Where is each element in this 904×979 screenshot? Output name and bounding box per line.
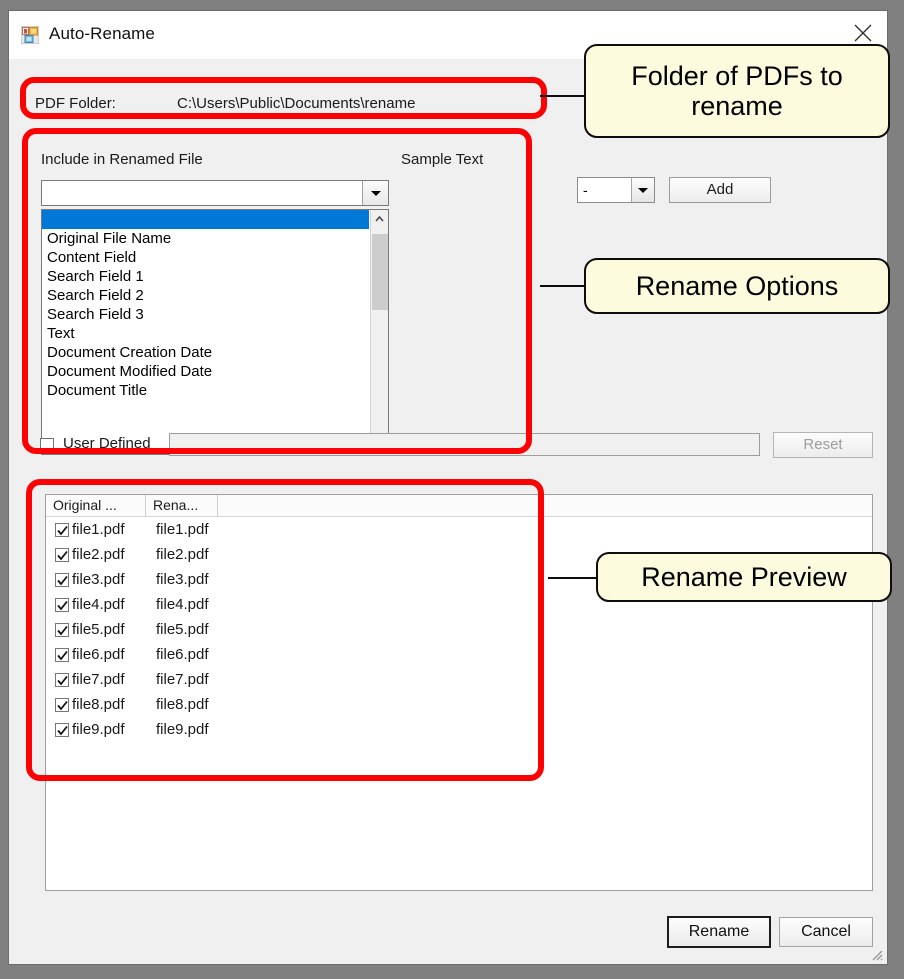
sample-text-label: Sample Text [401,151,484,168]
list-item[interactable]: Search Field 3 [42,305,369,324]
separator-combobox[interactable]: - [577,177,655,203]
row-checkbox[interactable] [55,672,69,687]
window-title: Auto-Rename [49,24,155,43]
scroll-up-icon[interactable] [371,210,388,228]
cell-renamed-name: file4.pdf [156,596,209,613]
table-row[interactable]: file8.pdf file8.pdf [46,692,872,717]
row-checkbox[interactable] [55,722,69,737]
row-checkbox[interactable] [55,697,69,712]
callout-rename-options: Rename Options [584,258,890,314]
dropdown-options-container: Original File Name Content Field Search … [42,210,369,454]
row-checkbox[interactable] [55,547,69,562]
list-item[interactable]: Text [42,324,369,343]
column-header-renamed[interactable]: Rena... [146,495,218,516]
cell-original-name: file7.pdf [72,671,125,688]
user-defined-input[interactable] [169,433,760,456]
table-row[interactable]: file6.pdf file6.pdf [46,642,872,667]
cell-renamed-name: file8.pdf [156,696,209,713]
cell-original-name: file5.pdf [72,621,125,638]
auto-rename-dialog: Auto-Rename PDF Folder: C:\Users\Public\… [8,10,888,965]
table-row[interactable]: file9.pdf file9.pdf [46,717,872,742]
desktop-background: Auto-Rename PDF Folder: C:\Users\Public\… [0,0,904,979]
cell-renamed-name: file3.pdf [156,571,209,588]
cell-renamed-name: file1.pdf [156,521,209,538]
chevron-down-icon[interactable] [631,178,654,202]
reset-button[interactable]: Reset [773,432,873,458]
row-checkbox[interactable] [55,647,69,662]
list-item[interactable] [42,210,369,229]
include-in-renamed-file-label: Include in Renamed File [41,151,203,168]
app-window-icon [20,25,40,45]
list-item[interactable]: Search Field 1 [42,267,369,286]
column-header-filler[interactable] [218,495,872,516]
include-field-dropdown-list[interactable]: Original File Name Content Field Search … [41,209,389,455]
cell-renamed-name: file6.pdf [156,646,209,663]
cell-original-name: file4.pdf [72,596,125,613]
table-row[interactable]: file7.pdf file7.pdf [46,667,872,692]
column-header-original[interactable]: Original ... [46,495,146,516]
row-checkbox[interactable] [55,597,69,612]
cell-original-name: file9.pdf [72,721,125,738]
list-item[interactable]: Document Creation Date [42,343,369,362]
row-checkbox[interactable] [55,622,69,637]
list-item[interactable]: Content Field [42,248,369,267]
table-row[interactable]: file5.pdf file5.pdf [46,617,872,642]
cell-original-name: file6.pdf [72,646,125,663]
cell-renamed-name: file7.pdf [156,671,209,688]
pdf-folder-path: C:\Users\Public\Documents\rename [177,95,416,112]
list-item[interactable]: Document Modified Date [42,362,369,381]
cell-renamed-name: file2.pdf [156,546,209,563]
table-row[interactable]: file1.pdf file1.pdf [46,517,872,542]
cell-original-name: file3.pdf [72,571,125,588]
callout-rename-preview: Rename Preview [596,552,892,602]
separator-combobox-value: - [583,182,588,198]
cell-renamed-name: file9.pdf [156,721,209,738]
dropdown-scrollbar[interactable] [370,210,388,454]
include-field-combobox[interactable] [41,180,389,206]
cell-renamed-name: file5.pdf [156,621,209,638]
scrollbar-thumb[interactable] [372,234,388,310]
pdf-folder-label: PDF Folder: [35,95,116,112]
user-defined-label: User Defined [63,435,151,452]
row-checkbox[interactable] [55,572,69,587]
rename-button[interactable]: Rename [667,916,771,948]
list-item[interactable]: Document Title [42,381,369,400]
chevron-down-icon[interactable] [362,181,388,205]
callout-folder-of-pdfs: Folder of PDFs to rename [584,44,890,138]
user-defined-checkbox[interactable] [40,438,54,452]
list-item[interactable]: Original File Name [42,229,369,248]
row-checkbox[interactable] [55,522,69,537]
cancel-button[interactable]: Cancel [779,917,873,947]
list-item[interactable]: Search Field 2 [42,286,369,305]
listview-header: Original ... Rena... [46,495,872,517]
cell-original-name: file1.pdf [72,521,125,538]
resize-grip[interactable] [870,948,884,962]
cell-original-name: file8.pdf [72,696,125,713]
dialog-client-area: PDF Folder: C:\Users\Public\Documents\re… [9,59,887,964]
cell-original-name: file2.pdf [72,546,125,563]
add-button[interactable]: Add [669,177,771,203]
